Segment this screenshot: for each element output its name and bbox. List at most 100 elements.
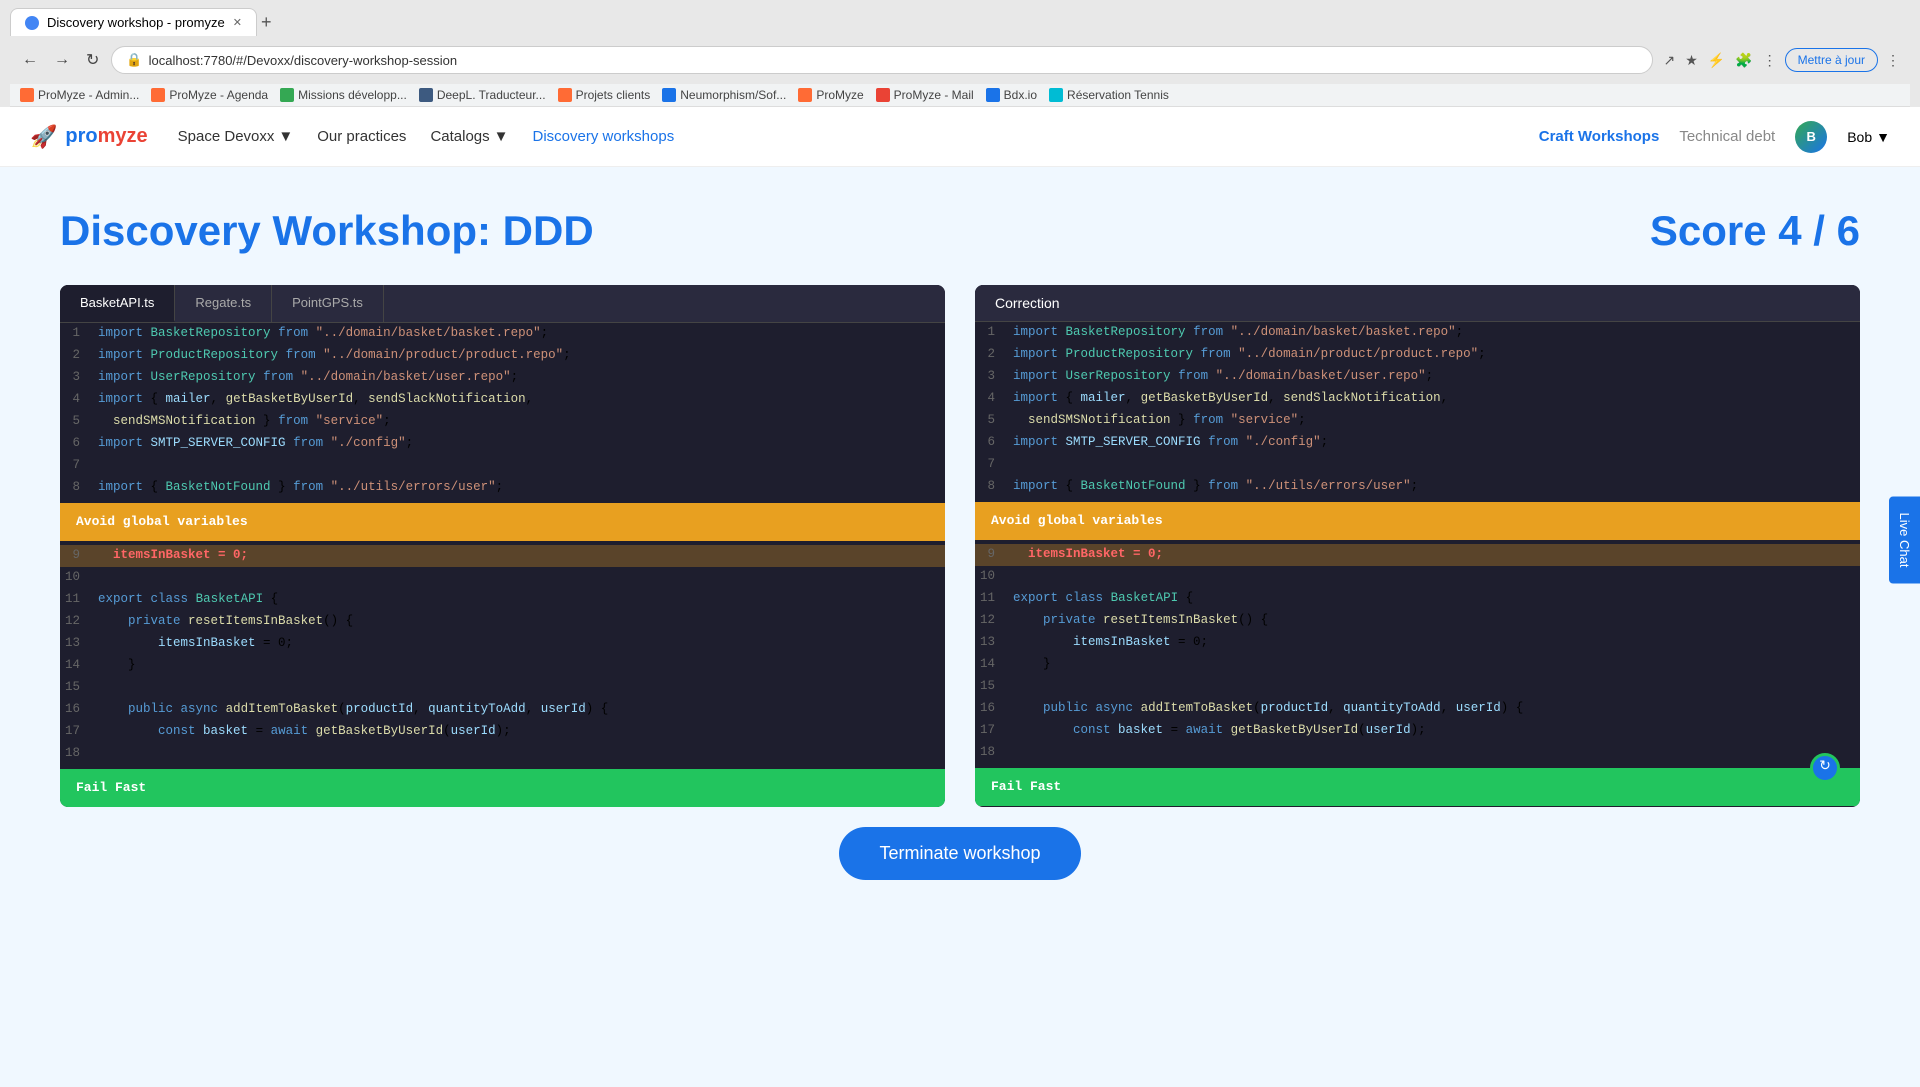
right-code-panel: Correction 1 import BasketRepository fro… [975,285,1860,807]
terminate-workshop-button[interactable]: Terminate workshop [839,827,1080,880]
bookmark-reservation-tennis[interactable]: Réservation Tennis [1049,88,1169,102]
live-chat-button[interactable]: Live Chat [1889,497,1920,584]
tab-pointgps[interactable]: PointGPS.ts [272,285,384,322]
chevron-down-icon: ▼ [494,128,509,145]
nav-space[interactable]: Space Devoxx ▼ [178,128,294,145]
right-success-area: Fail Fast ↻ [975,768,1860,806]
bookmark-bdxio[interactable]: Bdx.io [986,88,1037,102]
new-tab-button[interactable]: + [261,12,272,33]
extension-icon[interactable]: ⚡ [1706,50,1727,71]
bookmark-promyze-admin[interactable]: ProMyze - Admin... [20,88,139,102]
code-line-8: 8 import { BasketNotFound } from "../uti… [60,477,945,499]
left-code-panel: BasketAPI.ts Regate.ts PointGPS.ts 1 imp… [60,285,945,807]
bookmark-promyze-mail[interactable]: ProMyze - Mail [876,88,974,102]
nav-catalogs[interactable]: Catalogs ▼ [430,128,508,145]
terminate-container: Terminate workshop [60,827,1860,880]
bookmark-missions[interactable]: Missions développ... [280,88,407,102]
page-header: Discovery Workshop: DDD Score 4 / 6 [60,207,1860,255]
workshop-title: Discovery Workshop: DDD [60,207,594,255]
right-code-line-3: 3 import UserRepository from "../domain/… [975,366,1860,388]
bookmark-projets[interactable]: Projets clients [558,88,651,102]
right-code-body: 1 import BasketRepository from "../domai… [975,322,1860,806]
left-success-banner: Fail Fast [60,769,945,807]
code-line-14: 14 } [60,655,945,677]
score: Score 4 / 6 [1650,207,1860,255]
right-code-line-12: 12 private resetItemsInBasket() { [975,610,1860,632]
code-line-15: 15 [60,677,945,699]
code-line-13: 13 itemsInBasket = 0; [60,633,945,655]
bookmark-icon[interactable]: ★ [1683,50,1700,71]
active-tab[interactable]: Discovery workshop - promyze ✕ [10,8,257,36]
tab-correction[interactable]: Correction [975,285,1080,321]
code-line-11: 11 export class BasketAPI { [60,589,945,611]
bookmarks-bar: ProMyze - Admin... ProMyze - Agenda Miss… [10,84,1910,107]
share-icon[interactable]: ↗ [1661,50,1677,71]
tab-basketapi[interactable]: BasketAPI.ts [60,285,175,322]
code-line-18: 18 [60,743,945,765]
nav-discovery-workshops[interactable]: Discovery workshops [533,128,675,145]
bookmark-icon [419,88,433,102]
nav-catalogs-label: Catalogs [430,128,489,145]
nav-space-label: Space Devoxx [178,128,275,145]
nav-right: Craft Workshops Technical debt B Bob ▼ [1539,121,1890,153]
nav-links: Space Devoxx ▼ Our practices Catalogs ▼ … [178,128,1509,145]
back-button[interactable]: ← [18,49,42,71]
bookmark-deepl[interactable]: DeepL. Traducteur... [419,88,546,102]
logo-text: promyze [65,125,147,148]
right-code-line-10: 10 [975,566,1860,588]
code-line-4: 4 import { mailer, getBasketByUserId, se… [60,389,945,411]
browser-chrome: Discovery workshop - promyze ✕ + ← → ↻ 🔒… [0,0,1920,107]
right-code-line-13: 13 itemsInBasket = 0; [975,632,1860,654]
bookmark-icon [1049,88,1063,102]
bookmark-icon [558,88,572,102]
bookmark-promyze[interactable]: ProMyze [798,88,863,102]
code-line-12: 12 private resetItemsInBasket() { [60,611,945,633]
code-line-3: 3 import UserRepository from "../domain/… [60,367,945,389]
bookmark-neumorphism[interactable]: Neumorphism/Sof... [662,88,786,102]
settings-icon[interactable]: ⋮ [1761,50,1779,71]
nav-our-practices[interactable]: Our practices [317,128,406,145]
url-box[interactable]: 🔒 localhost:7780/#/Devoxx/discovery-work… [111,46,1653,74]
code-line-5: 5 sendSMSNotification } from "service"; [60,411,945,433]
right-code-line-18: 18 [975,742,1860,764]
bookmark-label: Neumorphism/Sof... [680,88,786,102]
bookmark-icon [20,88,34,102]
right-tabs-row: Correction [975,285,1860,322]
right-code-line-17: 17 const basket = await getBasketByUserI… [975,720,1860,742]
user-avatar: B [1795,121,1827,153]
refresh-button[interactable]: ↻ [82,48,103,72]
code-line-6: 6 import SMTP_SERVER_CONFIG from "./conf… [60,433,945,455]
right-code-line-2: 2 import ProductRepository from "../doma… [975,344,1860,366]
tab-close-button[interactable]: ✕ [233,16,242,29]
user-name[interactable]: Bob ▼ [1847,129,1890,145]
right-code-line-15: 15 [975,676,1860,698]
logo[interactable]: 🚀 promyze [30,124,148,150]
bookmark-icon [280,88,294,102]
code-line-7: 7 [60,455,945,477]
nav-technical-debt[interactable]: Technical debt [1679,128,1775,145]
right-code-line-4: 4 import { mailer, getBasketByUserId, se… [975,388,1860,410]
bookmark-label: Projets clients [576,88,651,102]
panels-container: BasketAPI.ts Regate.ts PointGPS.ts 1 imp… [60,285,1860,807]
code-line-9: 9 itemsInBasket = 0; [60,545,945,567]
right-code-line-7: 7 [975,454,1860,476]
floating-action-icon[interactable]: ↻ [1810,753,1840,783]
code-line-1: 1 import BasketRepository from "../domai… [60,323,945,345]
bookmark-label: Missions développ... [298,88,407,102]
right-code-line-9: 9 itemsInBasket = 0; [975,544,1860,566]
update-button[interactable]: Mettre à jour [1785,48,1878,72]
bookmark-promyze-agenda[interactable]: ProMyze - Agenda [151,88,268,102]
code-line-2: 2 import ProductRepository from "../doma… [60,345,945,367]
right-code-line-11: 11 export class BasketAPI { [975,588,1860,610]
left-tabs-row: BasketAPI.ts Regate.ts PointGPS.ts [60,285,945,323]
bookmark-label: DeepL. Traducteur... [437,88,546,102]
right-code-line-8: 8 import { BasketNotFound } from "../uti… [975,476,1860,498]
tab-regate[interactable]: Regate.ts [175,285,272,322]
nav-discovery-label: Discovery workshops [533,128,675,145]
url-text: localhost:7780/#/Devoxx/discovery-worksh… [149,53,458,68]
bookmark-label: Bdx.io [1004,88,1037,102]
menu-icon[interactable]: ⋮ [1884,50,1902,71]
puzzle-icon[interactable]: 🧩 [1733,50,1754,71]
forward-button[interactable]: → [50,49,74,71]
nav-craft-workshops[interactable]: Craft Workshops [1539,128,1660,145]
